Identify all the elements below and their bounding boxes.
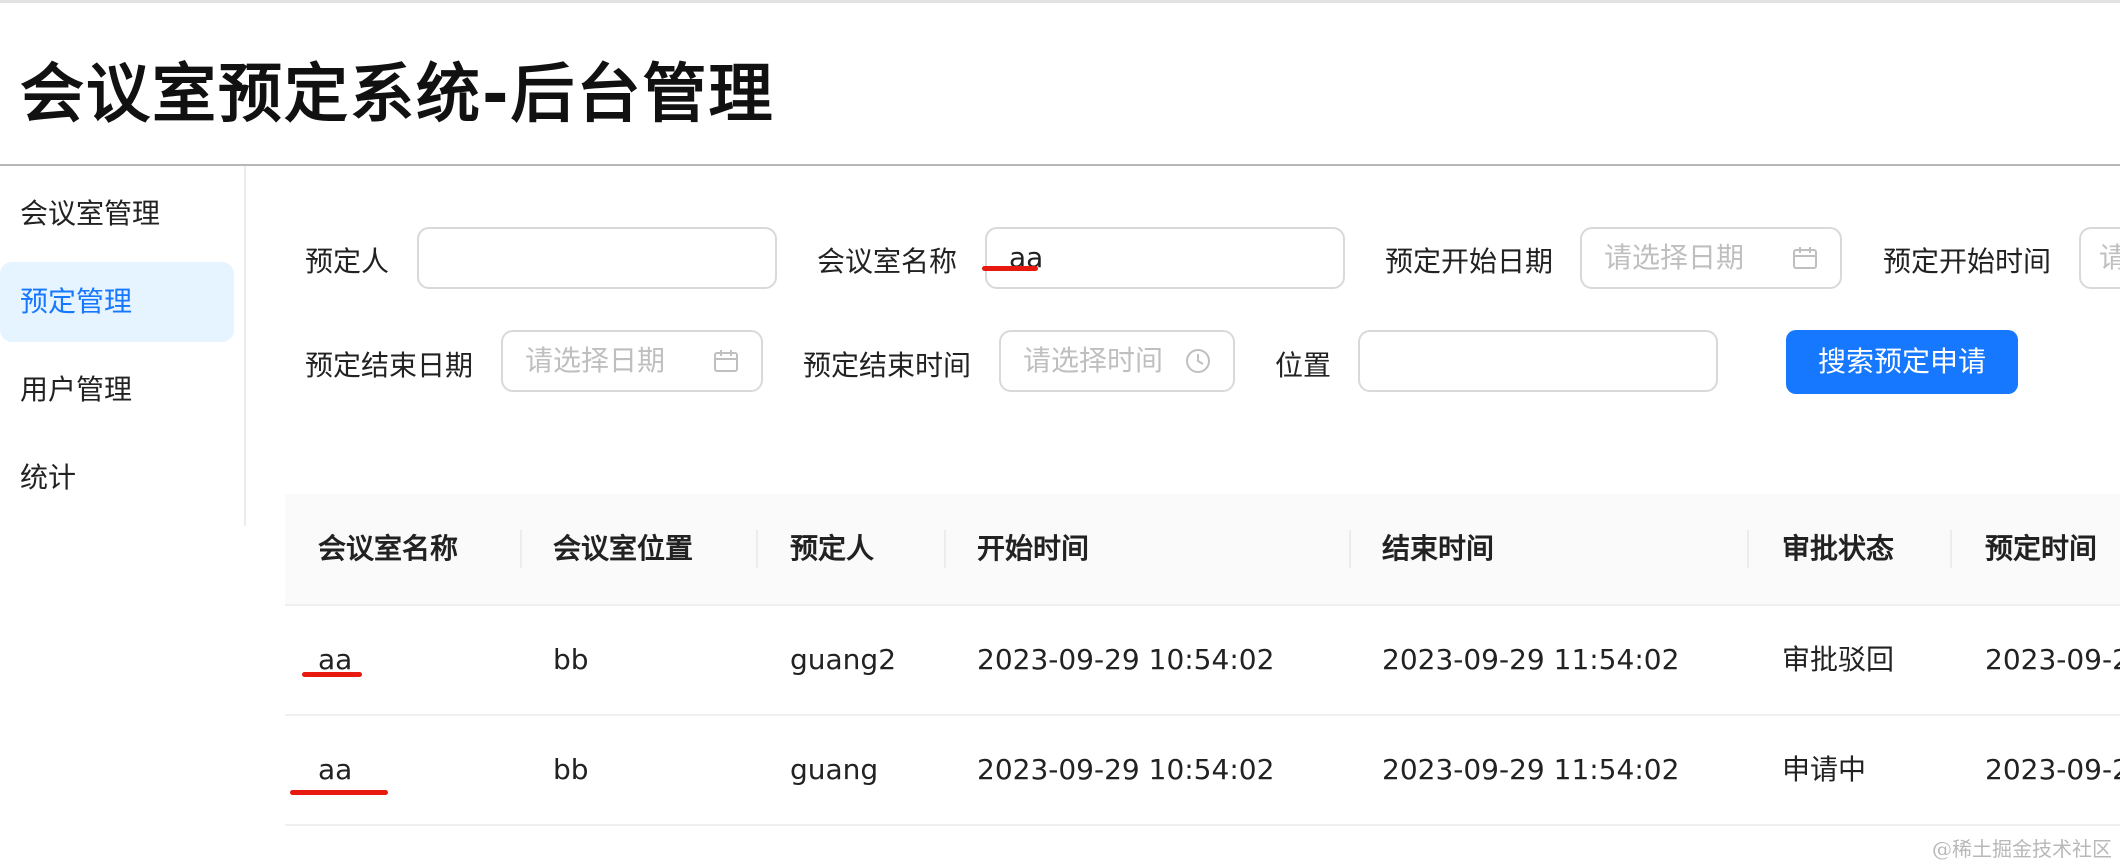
room-name-input-value: aa xyxy=(1009,241,1044,274)
cell-start-time: 2023-09-29 10:54:02 xyxy=(977,643,1275,676)
column-divider xyxy=(1747,530,1749,568)
column-header-booker: 预定人 xyxy=(790,532,875,565)
booker-label: 预定人 xyxy=(305,245,390,278)
cell-booking-time: 2023-09-2 xyxy=(1985,753,2120,786)
clock-icon xyxy=(1186,349,1210,373)
start-date-label: 预定开始日期 xyxy=(1385,245,1554,278)
location-input[interactable] xyxy=(1358,330,1718,392)
room-name-label: 会议室名称 xyxy=(817,245,958,278)
column-divider xyxy=(1950,530,1952,568)
cell-approval-status: 审批驳回 xyxy=(1782,643,1895,676)
cell-booking-time: 2023-09-2 xyxy=(1985,643,2120,676)
cell-end-time: 2023-09-29 11:54:02 xyxy=(1382,753,1680,786)
sidebar-menu: 会议室管理 预定管理 用户管理 统计 xyxy=(0,166,246,526)
column-divider xyxy=(944,530,946,568)
column-header-approval-status: 审批状态 xyxy=(1782,532,1895,565)
column-header-start-time: 开始时间 xyxy=(977,532,1090,565)
table-header: 会议室名称 会议室位置 预定人 开始时间 结束时间 审批状态 预定时间 xyxy=(285,494,2120,606)
table-row[interactable]: aa bb guang 2023-09-29 10:54:02 2023-09-… xyxy=(285,716,2120,826)
app-header: 会议室预定系统-后台管理 xyxy=(0,3,2120,166)
cell-room-location: bb xyxy=(553,753,589,786)
annotation-underline xyxy=(302,672,362,677)
start-time-label: 预定开始时间 xyxy=(1883,245,2052,278)
column-divider xyxy=(756,530,758,568)
room-name-input[interactable]: aa xyxy=(985,227,1345,289)
app-title: 会议室预定系统-后台管理 xyxy=(20,58,775,132)
column-header-booking-time: 预定时间 xyxy=(1985,532,2098,565)
cell-end-time: 2023-09-29 11:54:02 xyxy=(1382,643,1680,676)
cell-booker: guang xyxy=(790,753,879,786)
end-date-label: 预定结束日期 xyxy=(305,349,474,382)
start-date-picker[interactable]: 请选择日期 xyxy=(1580,227,1842,289)
booker-input[interactable] xyxy=(417,227,777,289)
cell-room-location: bb xyxy=(553,643,589,676)
annotation-underline xyxy=(290,790,388,795)
calendar-icon xyxy=(1793,247,1817,269)
cell-room-name: aa xyxy=(318,753,353,786)
column-header-end-time: 结束时间 xyxy=(1382,532,1495,565)
end-date-placeholder: 请选择日期 xyxy=(525,344,666,377)
annotation-underline xyxy=(982,266,1038,271)
end-time-placeholder: 请选择时间 xyxy=(1023,344,1164,377)
cell-booker: guang2 xyxy=(790,643,897,676)
table-row[interactable]: aa bb guang2 2023-09-29 10:54:02 2023-09… xyxy=(285,606,2120,716)
end-time-label: 预定结束时间 xyxy=(803,349,972,382)
column-header-room-location: 会议室位置 xyxy=(553,532,694,565)
start-time-placeholder: 请 xyxy=(2099,241,2120,274)
location-label: 位置 xyxy=(1275,349,1332,382)
start-date-placeholder: 请选择日期 xyxy=(1604,241,1745,274)
end-time-picker[interactable]: 请选择时间 xyxy=(999,330,1235,392)
column-divider xyxy=(520,530,522,568)
sidebar-item-user-management[interactable]: 用户管理 xyxy=(0,350,234,430)
end-date-picker[interactable]: 请选择日期 xyxy=(501,330,763,392)
column-header-room-name: 会议室名称 xyxy=(318,532,459,565)
cell-room-name: aa xyxy=(318,643,353,676)
sidebar-item-room-management[interactable]: 会议室管理 xyxy=(0,174,234,254)
column-divider xyxy=(1349,530,1351,568)
cell-approval-status: 申请中 xyxy=(1782,753,1867,786)
start-time-picker[interactable]: 请 xyxy=(2079,227,2120,289)
cell-start-time: 2023-09-29 10:54:02 xyxy=(977,753,1275,786)
search-bookings-button[interactable]: 搜索预定申请 xyxy=(1786,330,2018,394)
watermark: @稀土掘金技术社区 xyxy=(1932,837,2112,861)
calendar-icon xyxy=(714,350,738,372)
sidebar-item-booking-management[interactable]: 预定管理 xyxy=(0,262,234,342)
sidebar-item-statistics[interactable]: 统计 xyxy=(0,438,234,518)
